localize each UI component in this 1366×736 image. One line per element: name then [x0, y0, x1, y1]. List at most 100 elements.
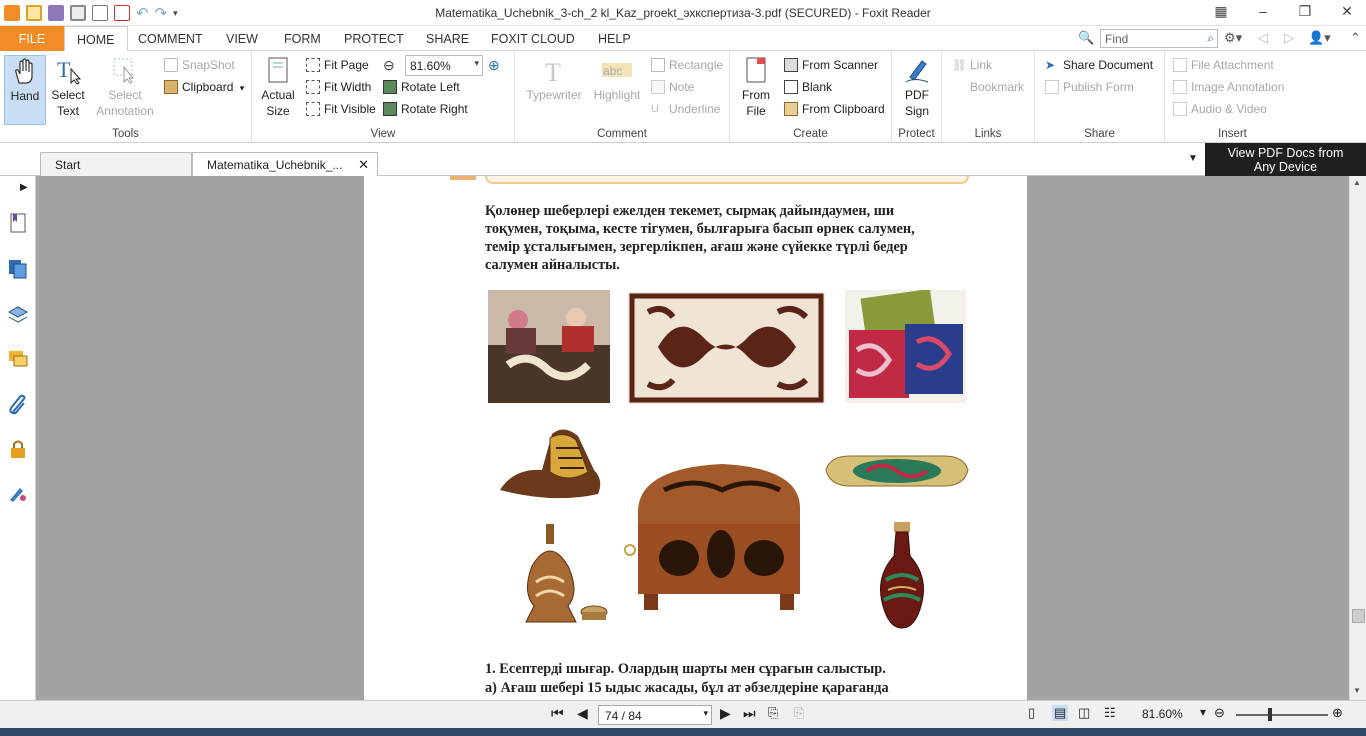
- clipboard-button[interactable]: Clipboard ▾: [162, 77, 244, 97]
- rotate-right-label: Rotate Right: [401, 102, 468, 116]
- select-annotation-button[interactable]: Select Annotation: [92, 55, 158, 125]
- previous-page-icon[interactable]: ◀: [577, 705, 588, 722]
- from-clipboard-button[interactable]: From Clipboard: [782, 99, 885, 119]
- task-line-2: а) Ағаш шебері 15 ыдыс жасады, бұл ат әб…: [485, 680, 889, 696]
- restore-button[interactable]: ❐: [1296, 3, 1314, 20]
- audio-video-button[interactable]: Audio & Video: [1171, 99, 1267, 119]
- actual-size-button[interactable]: Actual Size: [258, 55, 298, 125]
- select-annotation-icon: [113, 58, 135, 84]
- rectangle-button[interactable]: Rectangle: [649, 55, 723, 75]
- scroll-thumb[interactable]: [1352, 609, 1365, 623]
- forward-arrow-icon[interactable]: ▷: [1284, 30, 1294, 46]
- rotate-left-button[interactable]: Rotate Left: [381, 77, 460, 97]
- highlight-button[interactable]: abc Highlight: [589, 55, 645, 125]
- zoom-menu-icon[interactable]: ▾: [1200, 705, 1206, 719]
- tab-view[interactable]: VIEW: [214, 26, 270, 51]
- view-group-label: View: [370, 128, 396, 140]
- scroll-up-icon[interactable]: ▲: [1353, 178, 1361, 187]
- scroll-down-icon[interactable]: ▼: [1353, 686, 1361, 695]
- from-file-button[interactable]: From File: [736, 55, 776, 125]
- promo-banner[interactable]: View PDF Docs from Any Device: [1205, 143, 1366, 176]
- audio-video-label: Audio & Video: [1191, 102, 1267, 116]
- zoom-field[interactable]: 81.60% ▾: [405, 55, 483, 76]
- signatures-icon[interactable]: [7, 482, 29, 504]
- rotate-right-button[interactable]: Rotate Right: [381, 99, 468, 119]
- tab-home[interactable]: HOME: [64, 26, 128, 52]
- publish-form-button[interactable]: Publish Form: [1043, 77, 1134, 97]
- ornate-saddle-image: [500, 429, 601, 499]
- facing-pages-icon[interactable]: ◫: [1078, 705, 1090, 721]
- user-icon[interactable]: 👤▾: [1308, 30, 1331, 46]
- next-page-icon[interactable]: ▶: [720, 705, 731, 722]
- zoom-slider-knob[interactable]: [1268, 708, 1272, 721]
- from-scanner-button[interactable]: From Scanner: [782, 55, 878, 75]
- page-dropdown-icon[interactable]: ▾: [703, 708, 708, 719]
- layout-icon[interactable]: ▦: [1212, 3, 1230, 20]
- tab-help[interactable]: HELP: [586, 26, 643, 51]
- tab-form[interactable]: FORM: [272, 26, 333, 51]
- page-number-field[interactable]: 74 / 84 ▾: [598, 705, 712, 725]
- vertical-scrollbar[interactable]: ▲ ▼: [1349, 176, 1366, 700]
- status-zoom-out-icon[interactable]: ⊖: [1214, 705, 1225, 721]
- link-button[interactable]: ⛓ Link: [950, 55, 992, 75]
- clipboard-dropdown-icon[interactable]: ▾: [240, 83, 245, 93]
- tab-share[interactable]: SHARE: [414, 26, 481, 51]
- select-text-button[interactable]: T Select Text: [48, 55, 88, 125]
- bookmarks-icon[interactable]: [7, 212, 29, 234]
- share-document-button[interactable]: ➤ Share Document: [1043, 55, 1153, 75]
- continuous-page-icon[interactable]: ▤: [1052, 705, 1069, 721]
- image-annotation-button[interactable]: Image Annotation: [1171, 77, 1284, 97]
- snapshot-button[interactable]: SnapShot: [162, 55, 235, 75]
- underline-button[interactable]: U Underline: [649, 99, 720, 119]
- find-options-icon[interactable]: 🔍: [1078, 30, 1094, 46]
- layers-icon[interactable]: [7, 304, 29, 326]
- share-group-label: Share: [1084, 128, 1115, 140]
- pages-thumbnail-icon[interactable]: [7, 258, 29, 280]
- expand-panel-icon[interactable]: ▶: [20, 182, 28, 193]
- fit-visible-button[interactable]: Fit Visible: [304, 99, 376, 119]
- window-title: Matematika_Uchebnik_3-ch_2 kl_Kaz_proekt…: [435, 6, 931, 20]
- tab-document[interactable]: Matematika_Uchebnik_... ✕: [192, 152, 378, 176]
- note-button[interactable]: Note: [649, 77, 694, 97]
- tab-list-dropdown-icon[interactable]: ▼: [1188, 153, 1198, 164]
- back-arrow-icon[interactable]: ◁: [1258, 30, 1268, 46]
- fit-page-button[interactable]: Fit Page: [304, 55, 369, 75]
- settings-gear-icon[interactable]: ⚙▾: [1224, 30, 1242, 46]
- collapse-ribbon-icon[interactable]: ⌃: [1350, 30, 1361, 46]
- typewriter-button[interactable]: T Typewriter: [523, 55, 585, 125]
- search-icon[interactable]: ⌕: [1207, 31, 1214, 46]
- zoom-slider[interactable]: [1236, 708, 1328, 721]
- find-input[interactable]: Find ⌕: [1100, 29, 1218, 48]
- close-button[interactable]: ✕: [1338, 3, 1356, 20]
- continuous-facing-icon[interactable]: ☷: [1104, 705, 1116, 721]
- zoom-in-icon[interactable]: ⊕: [488, 57, 500, 74]
- single-page-icon[interactable]: ▯: [1028, 705, 1035, 721]
- security-lock-icon[interactable]: [7, 438, 29, 460]
- tab-protect[interactable]: PROTECT: [332, 26, 416, 51]
- close-tab-icon[interactable]: ✕: [358, 153, 369, 177]
- blank-button[interactable]: Blank: [782, 77, 832, 97]
- minimize-button[interactable]: –: [1254, 3, 1272, 20]
- pdf-sign-button[interactable]: PDF Sign: [896, 55, 938, 125]
- tab-file[interactable]: FILE: [0, 26, 64, 51]
- zoom-dropdown-icon[interactable]: ▾: [474, 58, 479, 69]
- fit-width-button[interactable]: Fit Width: [304, 77, 371, 97]
- tab-start[interactable]: Start: [40, 152, 192, 176]
- next-view-icon[interactable]: ⎘: [794, 705, 804, 721]
- zoom-out-icon[interactable]: ⊖: [383, 57, 395, 74]
- comments-icon[interactable]: [7, 348, 29, 370]
- hand-tool-button[interactable]: Hand: [4, 55, 46, 125]
- first-page-icon[interactable]: ⏮: [551, 705, 564, 722]
- bookmark-button[interactable]: Bookmark: [950, 77, 1024, 97]
- tab-comment[interactable]: COMMENT: [126, 26, 215, 51]
- tab-foxit-cloud[interactable]: FOXIT CLOUD: [479, 26, 587, 51]
- status-zoom-in-icon[interactable]: ⊕: [1332, 705, 1343, 721]
- file-attachment-button[interactable]: File Attachment: [1171, 55, 1274, 75]
- share-icon: ➤: [1045, 58, 1056, 72]
- document-view[interactable]: Қолөнер шеберлері ежелден текемет, сырма…: [36, 176, 1349, 700]
- last-page-icon[interactable]: ⏭: [743, 705, 756, 722]
- previous-view-icon[interactable]: ⎘: [768, 705, 778, 721]
- attachments-icon[interactable]: [7, 394, 29, 416]
- highlight-label: Highlight: [593, 88, 641, 102]
- group-links: ⛓ Link Bookmark Links: [942, 51, 1035, 143]
